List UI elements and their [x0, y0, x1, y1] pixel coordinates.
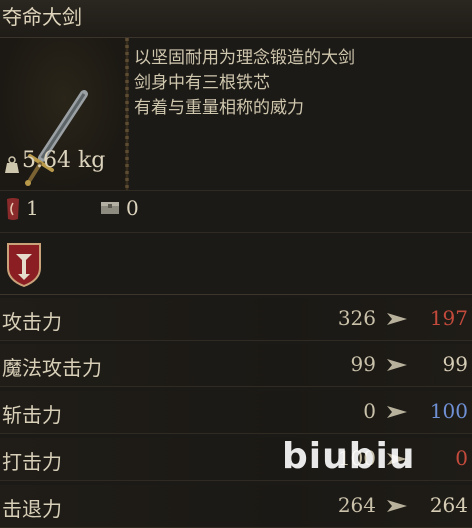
- stat-new-value: 0: [455, 446, 468, 470]
- stat-row-knockback: 击退力 264 264: [0, 485, 472, 528]
- requirement-value: 1: [26, 196, 39, 220]
- item-name: 夺命大剑: [0, 0, 472, 38]
- stat-label: 打击力: [2, 450, 62, 474]
- stat-row-magic-attack: 魔法攻击力 99 99: [0, 344, 472, 387]
- faction-shield-icon: [7, 243, 41, 288]
- storage-box-icon: [101, 202, 119, 214]
- item-description: 以坚固耐用为理念锻造的大剑 剑身中有三根铁芯 有着与重量相称的威力: [134, 46, 464, 121]
- requirement-icon: [7, 198, 19, 220]
- stat-current-value: 99: [350, 352, 376, 376]
- stat-label: 魔法攻击力: [2, 356, 102, 380]
- arrow-icon: [387, 406, 407, 418]
- stat-current-value: 264: [337, 493, 376, 517]
- stat-row-attack: 攻击力 326 197: [0, 298, 472, 341]
- divider: [0, 294, 472, 295]
- stat-new-value: 100: [429, 399, 468, 423]
- divider: [0, 190, 472, 191]
- stat-row-slash: 斩击力 0 100: [0, 391, 472, 434]
- description-line: 剑身中有三根铁芯: [134, 73, 270, 93]
- arrow-icon: [387, 359, 407, 371]
- stat-new-value: 264: [429, 493, 468, 517]
- stat-current-value: 326: [337, 306, 376, 330]
- sword-icon: [25, 90, 88, 186]
- description-line: 以坚固耐用为理念锻造的大剑: [134, 48, 355, 68]
- stat-label: 击退力: [2, 497, 62, 521]
- stat-label: 攻击力: [2, 310, 62, 334]
- stat-new-value: 197: [429, 306, 468, 330]
- storage-value: 0: [126, 196, 139, 220]
- description-line: 有着与重量相称的威力: [134, 98, 304, 118]
- arrow-icon: [387, 500, 407, 512]
- weight-icon: [5, 156, 19, 173]
- stat-new-value: 99: [442, 352, 468, 376]
- arrow-icon: [387, 313, 407, 325]
- stat-label: 斩击力: [2, 403, 62, 427]
- stat-current-value: 0: [363, 399, 376, 423]
- divider: [0, 232, 472, 233]
- watermark: biubiu: [282, 436, 416, 477]
- item-weight: 5.64 kg: [22, 148, 106, 173]
